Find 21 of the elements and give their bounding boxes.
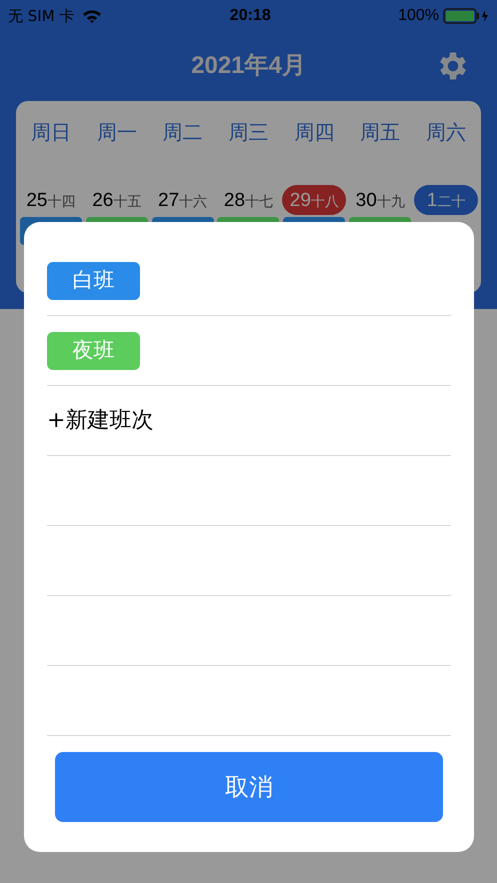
weekday-label: 周日 <box>30 119 72 146</box>
day-cell[interactable]: 28十七 <box>216 185 280 215</box>
day-cell[interactable]: 26十五 <box>84 185 149 215</box>
month-title: 2021年4月 <box>191 51 306 81</box>
shift-option[interactable]: 白班 <box>47 262 140 300</box>
day-cell[interactable]: 30十九 <box>348 185 412 215</box>
weekday-label: 周五 <box>359 119 402 146</box>
battery-text: 100% <box>398 6 439 26</box>
wifi-icon <box>82 9 102 23</box>
weekday-label: 周三 <box>227 119 270 146</box>
weekday-label: 周二 <box>162 119 204 146</box>
day-cell[interactable]: 27十六 <box>150 185 215 215</box>
day-cell[interactable]: 25十四 <box>18 185 83 215</box>
battery-icon <box>443 8 489 24</box>
weekday-label: 周一 <box>96 119 138 146</box>
carrier-text: 无 SIM 卡 <box>8 6 74 27</box>
weekday-label: 周四 <box>293 119 336 146</box>
cancel-button[interactable]: 取消 <box>55 752 443 822</box>
weekday-label: 周六 <box>425 119 468 146</box>
new-shift-button[interactable]: +新建班次 <box>47 404 154 437</box>
clock-text: 20:18 <box>230 6 271 26</box>
